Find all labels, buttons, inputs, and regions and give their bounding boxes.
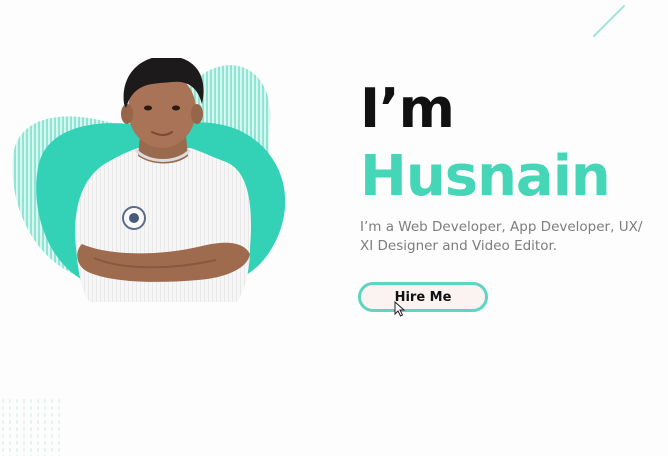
greeting-heading: I’m: [360, 77, 455, 140]
hero-text-block: I’m Husnain I’m a Web Developer, App Dev…: [360, 78, 660, 256]
mouse-cursor-icon: [394, 301, 406, 317]
name-heading: Husnain: [360, 144, 611, 209]
hero-section: I’m Husnain I’m a Web Developer, App Dev…: [0, 0, 668, 456]
hire-me-button[interactable]: Hire Me: [358, 282, 488, 312]
tagline: I’m a Web Developer, App Developer, UX/ …: [360, 219, 643, 254]
profile-photo: [12, 58, 286, 302]
dot-pattern: [0, 398, 60, 456]
decorative-line: [593, 5, 625, 37]
